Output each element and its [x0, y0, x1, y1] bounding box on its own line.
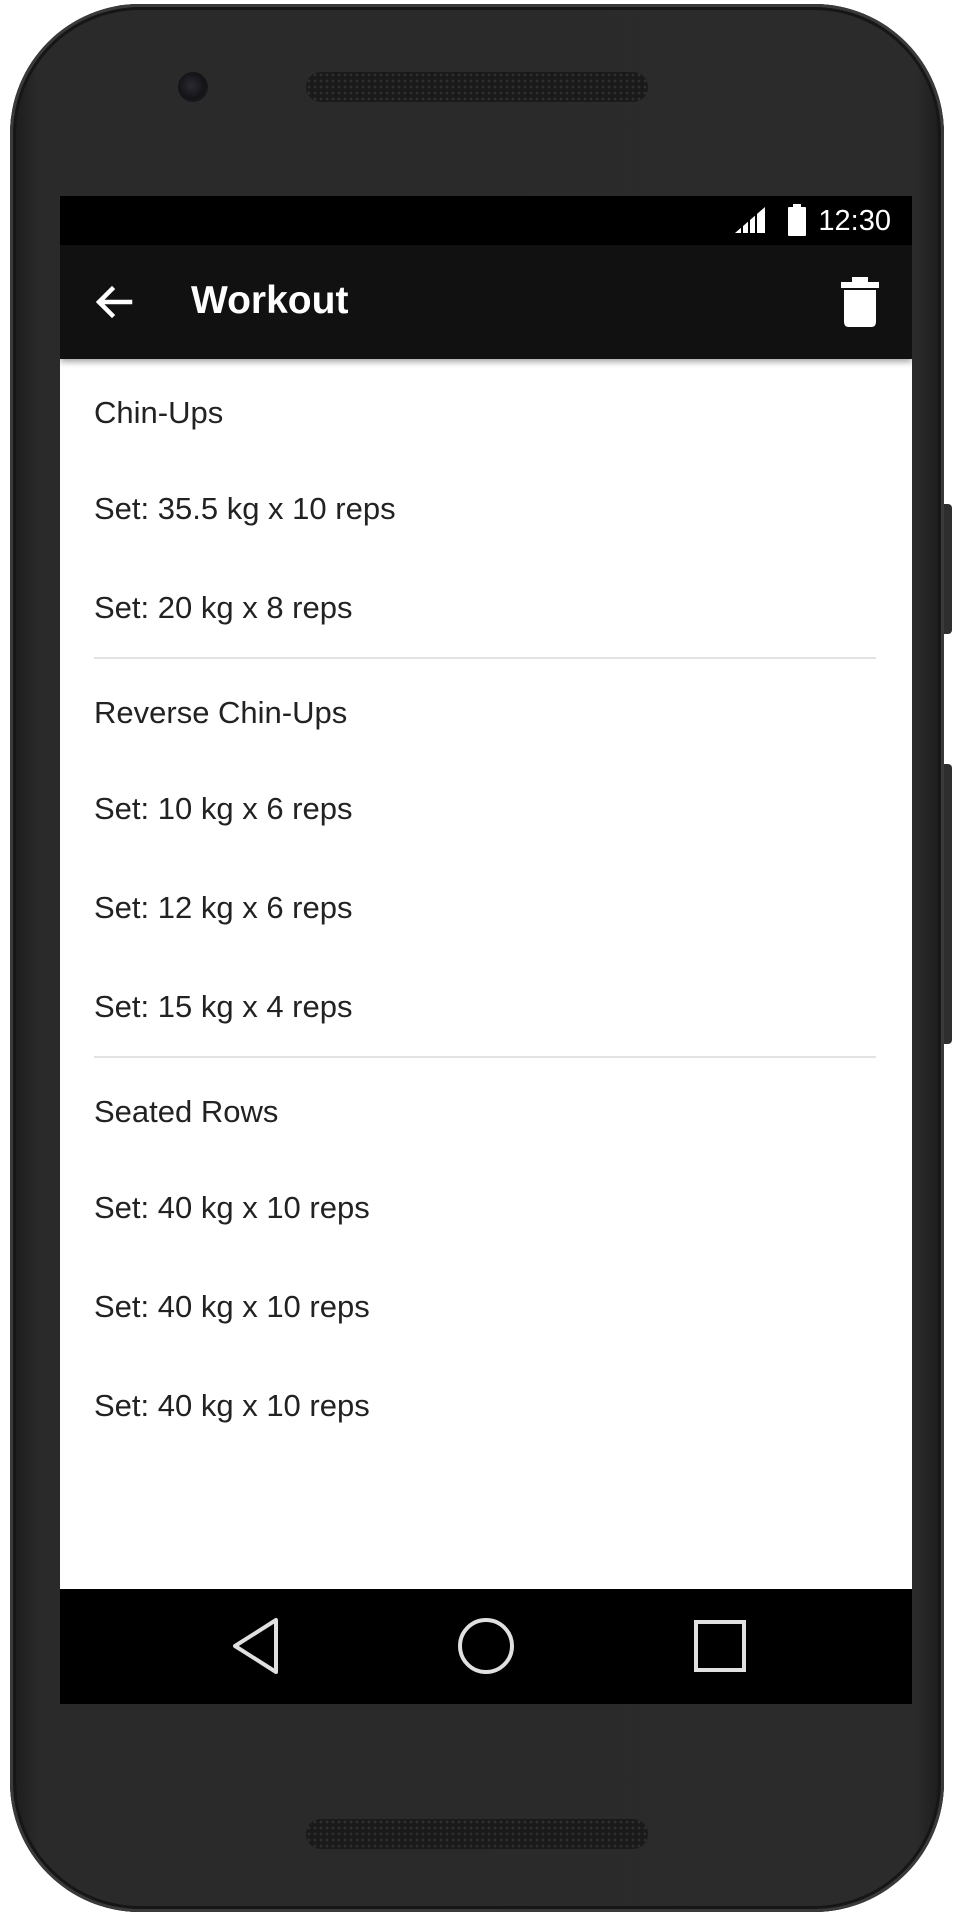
nav-recents-icon[interactable]: [688, 1614, 752, 1678]
status-time: 12:30: [818, 205, 891, 237]
exercise-name[interactable]: Chin-Ups: [94, 359, 876, 459]
battery-icon: [788, 204, 806, 236]
page-title: Workout: [191, 279, 349, 322]
nav-home-icon[interactable]: [454, 1614, 518, 1678]
nav-back-icon[interactable]: [224, 1614, 288, 1678]
set-row[interactable]: Set: 40 kg x 10 reps: [94, 1257, 876, 1356]
top-speaker-grille: [306, 72, 648, 102]
exercise-name[interactable]: Seated Rows: [94, 1058, 876, 1158]
phone-frame: 12:30 Workout Chin-Ups Set: 35.5 kg x 10…: [10, 4, 952, 1912]
status-bar: 12:30: [60, 196, 912, 245]
exercise-group: Seated Rows Set: 40 kg x 10 reps Set: 40…: [94, 1058, 876, 1455]
set-row[interactable]: Set: 10 kg x 6 reps: [94, 759, 876, 858]
app-screen: 12:30 Workout Chin-Ups Set: 35.5 kg x 10…: [60, 196, 912, 1704]
exercise-group: Chin-Ups Set: 35.5 kg x 10 reps Set: 20 …: [94, 359, 876, 659]
exercise-group: Reverse Chin-Ups Set: 10 kg x 6 reps Set…: [94, 659, 876, 1058]
bottom-speaker-grille: [306, 1819, 648, 1849]
system-nav-bar: [60, 1589, 912, 1704]
app-toolbar: Workout: [60, 245, 912, 359]
set-row[interactable]: Set: 15 kg x 4 reps: [94, 957, 876, 1056]
signal-icon: [735, 207, 765, 234]
exercise-name[interactable]: Reverse Chin-Ups: [94, 659, 876, 759]
arrow-back-icon[interactable]: [90, 278, 138, 326]
set-row[interactable]: Set: 40 kg x 10 reps: [94, 1158, 876, 1257]
set-row[interactable]: Set: 12 kg x 6 reps: [94, 858, 876, 957]
front-camera: [178, 72, 208, 102]
set-row[interactable]: Set: 35.5 kg x 10 reps: [94, 459, 876, 558]
set-row[interactable]: Set: 20 kg x 8 reps: [94, 558, 876, 657]
power-button: [944, 504, 952, 634]
trash-icon[interactable]: [840, 277, 880, 327]
workout-list: Chin-Ups Set: 35.5 kg x 10 reps Set: 20 …: [60, 359, 912, 1455]
set-row[interactable]: Set: 40 kg x 10 reps: [94, 1356, 876, 1455]
volume-button: [944, 764, 952, 1044]
